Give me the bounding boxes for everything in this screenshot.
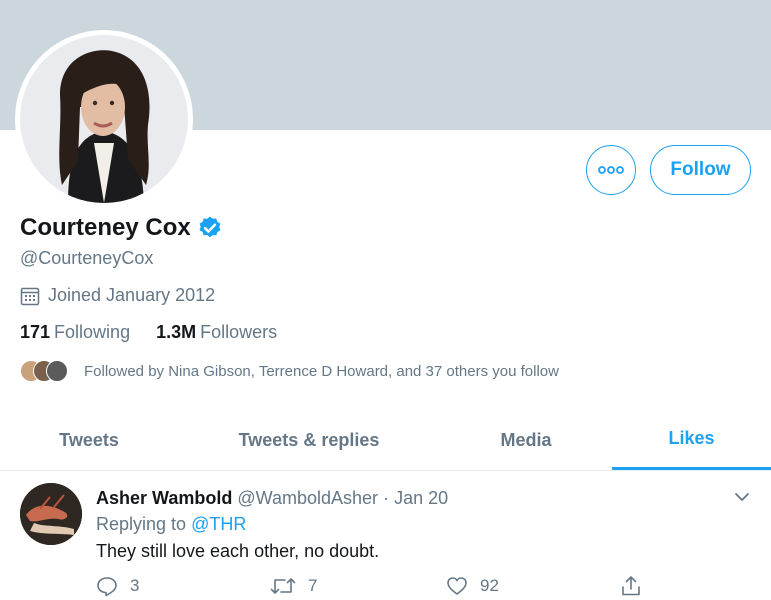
followers-stat[interactable]: 1.3M Followers xyxy=(156,322,277,343)
followers-count: 1.3M xyxy=(156,322,197,342)
retweet-button[interactable]: 7 xyxy=(270,575,317,597)
author-avatar-image xyxy=(20,483,82,545)
following-stat[interactable]: 171 Following xyxy=(20,322,130,343)
calendar-icon xyxy=(20,287,40,305)
tweet-text: They still love each other, no doubt. xyxy=(96,541,380,561)
display-name: Courteney Cox xyxy=(20,214,191,241)
following-label: Following xyxy=(54,322,131,342)
tab-media[interactable]: Media xyxy=(440,410,612,470)
profile-avatar[interactable] xyxy=(15,30,193,208)
tweet-date[interactable]: Jan 20 xyxy=(394,488,448,508)
followed-by-text: Followed by Nina Gibson, Terrence D Howa… xyxy=(84,362,559,380)
reply-button[interactable]: 3 xyxy=(96,575,139,597)
tab-tweets-and-replies[interactable]: Tweets & replies xyxy=(205,410,413,470)
following-count: 171 xyxy=(20,322,51,342)
profile-stats: 171 Following 1.3M Followers xyxy=(20,322,303,343)
profile-tabs: Tweets Tweets & replies Media Likes xyxy=(0,410,771,471)
tab-tweets[interactable]: Tweets xyxy=(0,410,178,470)
retweet-icon xyxy=(270,578,296,594)
profile-handle: @CourteneyCox xyxy=(20,248,154,268)
tweet-author-avatar[interactable] xyxy=(20,483,82,545)
replying-prefix: Replying to xyxy=(96,514,187,534)
reply-count: 3 xyxy=(130,576,140,595)
like-button[interactable]: 92 xyxy=(446,575,499,597)
more-icon xyxy=(598,166,624,174)
more-options-button[interactable] xyxy=(586,145,636,195)
like-icon xyxy=(447,577,467,595)
tweet-author-handle[interactable]: @WamboldAsher xyxy=(237,488,378,508)
share-icon xyxy=(622,576,640,596)
follow-button[interactable]: Follow xyxy=(650,145,751,195)
verified-icon xyxy=(199,216,221,238)
followed-by[interactable]: Followed by Nina Gibson, Terrence D Howa… xyxy=(20,360,559,382)
reply-icon xyxy=(97,577,117,597)
share-button[interactable] xyxy=(620,575,654,597)
avatar-image xyxy=(20,35,188,203)
joined-text: Joined January 2012 xyxy=(48,285,216,305)
mutual-avatar xyxy=(46,360,68,382)
tab-likes[interactable]: Likes xyxy=(612,410,771,470)
replying-to-link[interactable]: @THR xyxy=(191,514,246,534)
followers-label: Followers xyxy=(200,322,278,342)
mutual-avatars xyxy=(20,360,70,382)
tweet[interactable]: Asher Wambold @WamboldAsher · Jan 20 Rep… xyxy=(0,471,771,600)
tweet-header: Asher Wambold @WamboldAsher · Jan 20 xyxy=(96,488,448,509)
chevron-down-icon[interactable] xyxy=(732,487,752,507)
replying-to: Replying to @THR xyxy=(96,514,246,535)
profile-name-row: Courteney Cox xyxy=(20,214,223,242)
joined-date: Joined January 2012 xyxy=(20,285,215,306)
tweet-author-name[interactable]: Asher Wambold xyxy=(96,488,232,508)
tweet-separator: · xyxy=(383,488,390,508)
retweet-count: 7 xyxy=(308,576,318,595)
like-count: 92 xyxy=(480,576,499,595)
